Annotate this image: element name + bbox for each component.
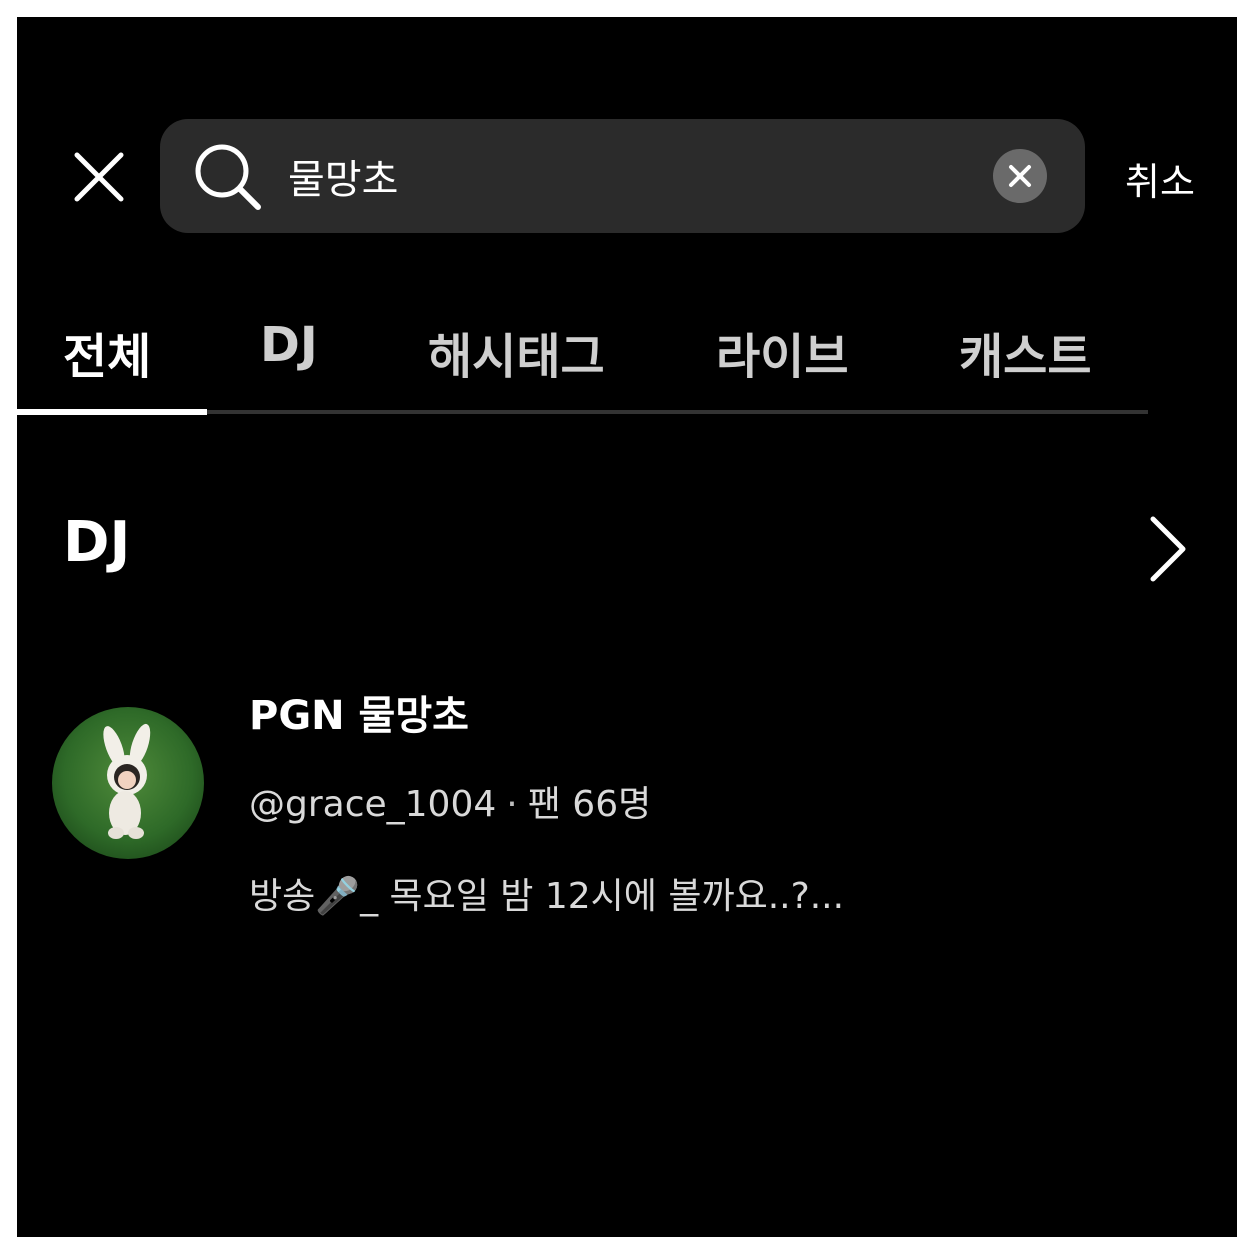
tab-cast[interactable]: 캐스트 <box>959 317 1091 387</box>
close-icon <box>74 152 124 202</box>
search-icon <box>195 144 261 210</box>
tab-hashtag[interactable]: 해시태그 <box>428 317 605 387</box>
clear-icon <box>1009 165 1031 187</box>
tab-dj[interactable]: DJ <box>260 317 318 373</box>
tab-live[interactable]: 라이브 <box>716 317 848 387</box>
cancel-button[interactable]: 취소 <box>1125 151 1195 206</box>
clear-search-button[interactable] <box>993 149 1047 203</box>
avatar <box>52 707 204 859</box>
dj-section-more-button[interactable] <box>1143 513 1191 585</box>
chevron-right-icon <box>1150 516 1186 582</box>
dj-fan-count: 팬 66명 <box>527 784 652 825</box>
search-screen: 취소 전체 DJ 해시태그 라이브 캐스트 DJ <box>17 17 1237 1237</box>
meta-separator: · <box>506 784 518 825</box>
dj-description: 방송🎤_ 목요일 밤 12시에 볼까요..?... <box>249 876 845 917</box>
close-button[interactable] <box>69 147 129 207</box>
dj-handle: @grace_1004 <box>249 784 497 825</box>
tab-active-indicator <box>17 409 207 415</box>
dj-name: PGN 물망초 <box>249 693 469 739</box>
dj-result-item[interactable]: PGN 물망초 @grace_1004 · 팬 66명 방송🎤_ 목요일 밤 12시… <box>37 667 1217 917</box>
dj-meta: @grace_1004 · 팬 66명 <box>249 775 651 827</box>
search-bar <box>160 119 1085 233</box>
section-title-dj: DJ <box>63 510 131 575</box>
tab-all[interactable]: 전체 <box>63 317 151 387</box>
search-input[interactable] <box>288 139 968 213</box>
